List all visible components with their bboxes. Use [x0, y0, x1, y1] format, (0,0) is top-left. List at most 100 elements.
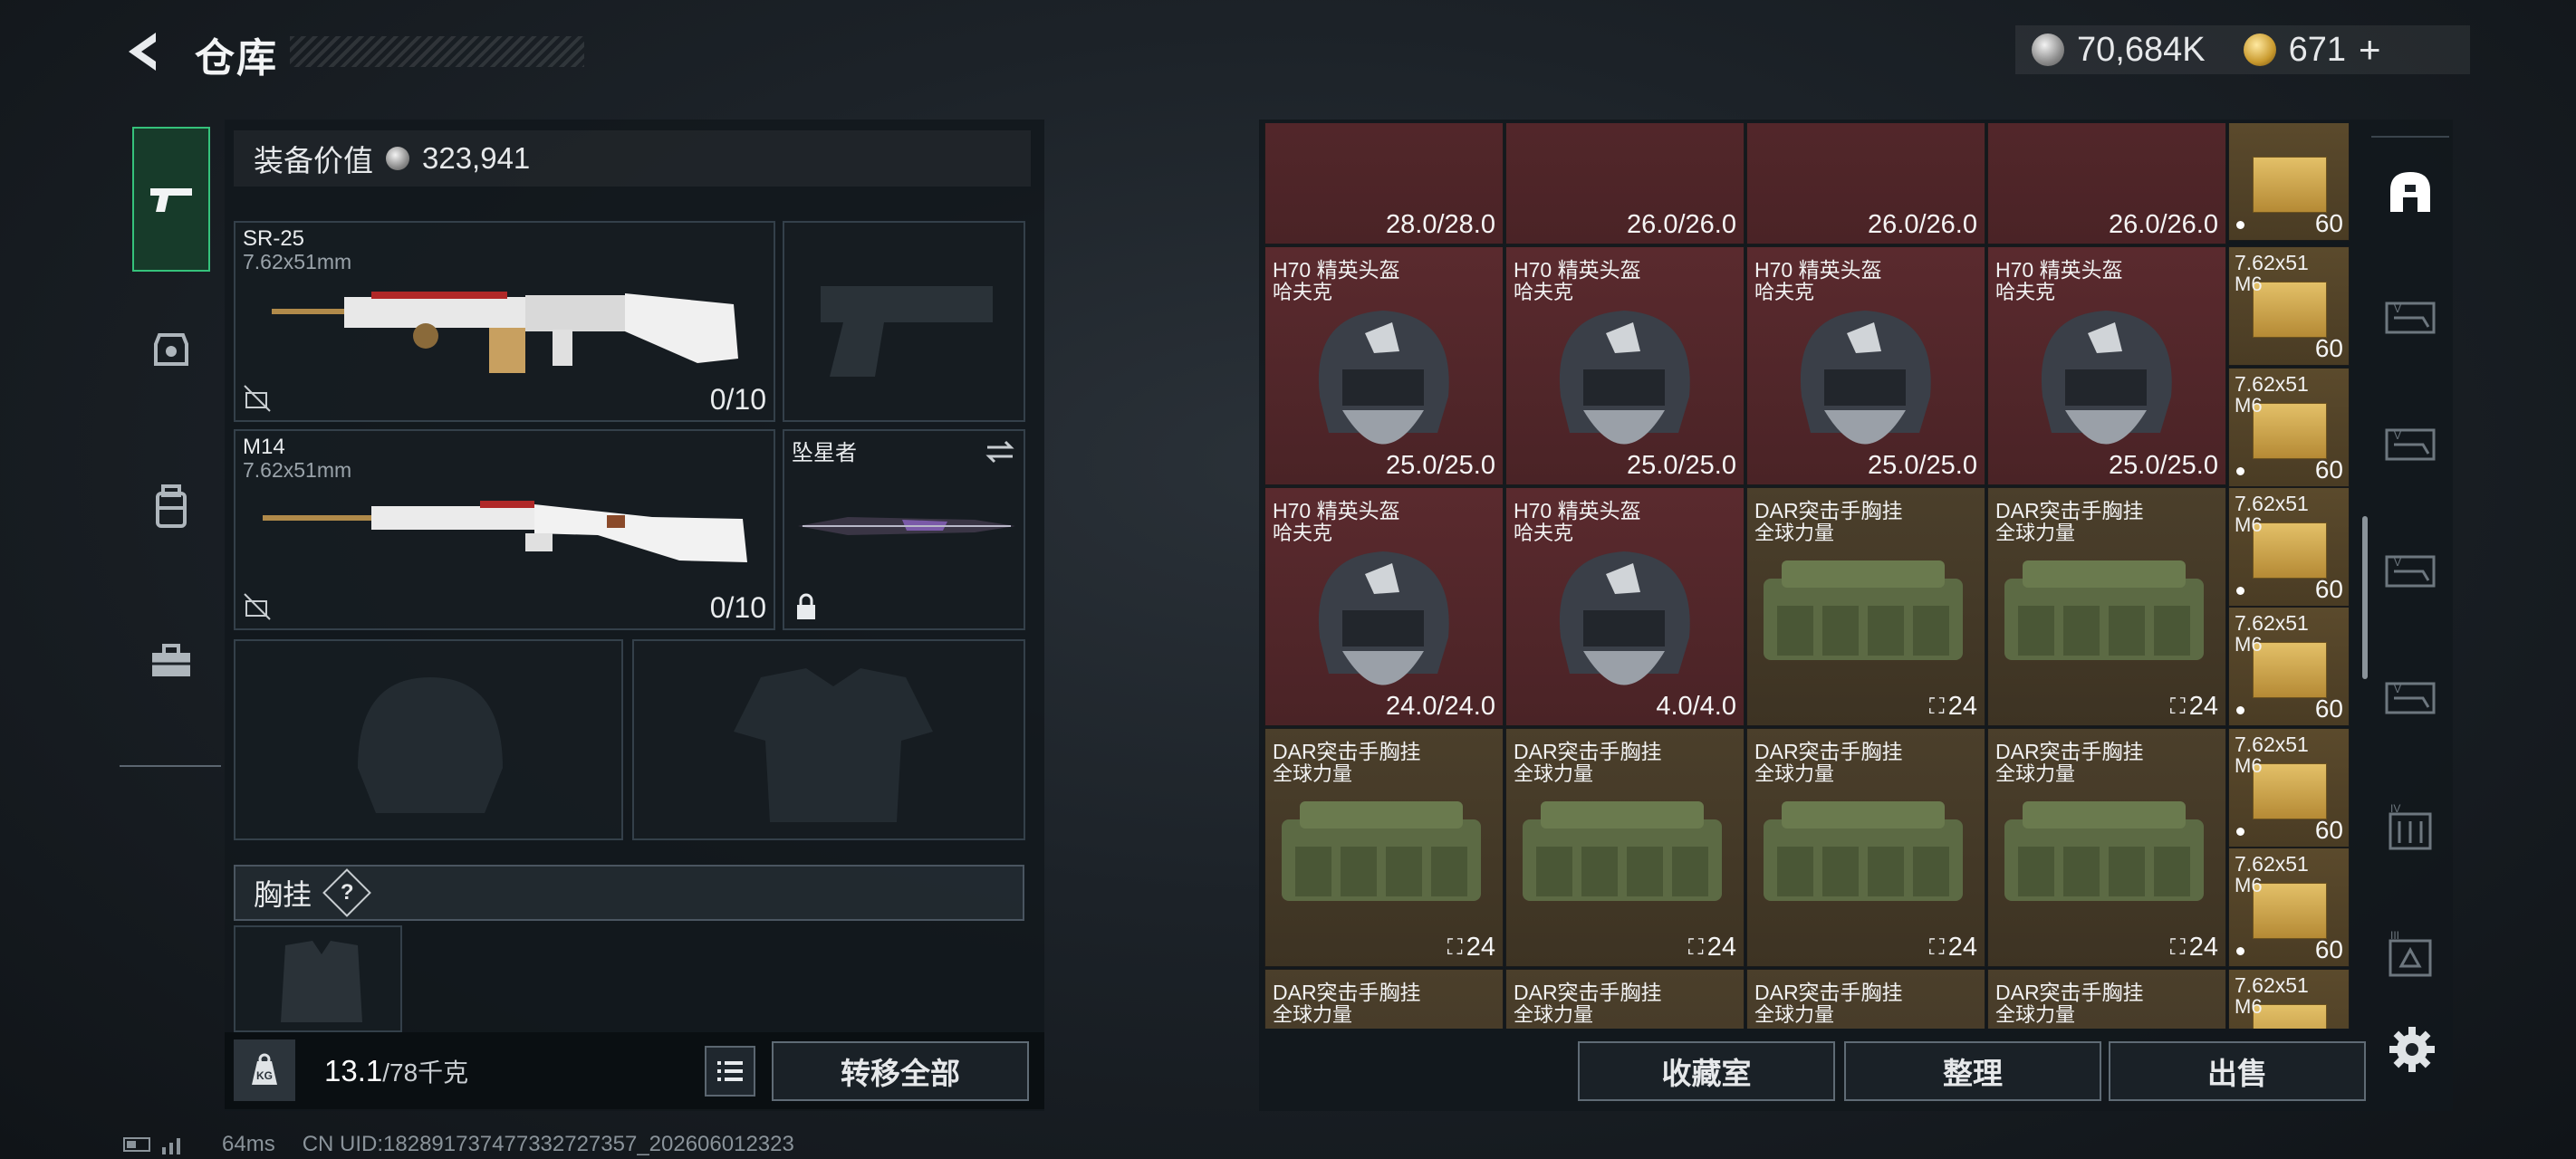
tab-backpack[interactable]	[132, 435, 210, 580]
stash-item[interactable]: 26.0/26.0	[1987, 123, 2226, 244]
weapon-category-icon: V	[2385, 428, 2436, 461]
transfer-all-button[interactable]: 转移全部	[772, 1041, 1029, 1101]
stash-item-rig[interactable]: DAR突击手胸挂 全球力量	[1264, 969, 1504, 1029]
lock-icon	[797, 593, 815, 619]
stash-item-ammo[interactable]: 7.62x51 M6 60	[2228, 368, 2350, 487]
weapon-ammo: 0/10	[709, 383, 766, 416]
stash-item[interactable]: 26.0/26.0	[1505, 123, 1745, 244]
stash-item-helmet[interactable]: H70 精英头盔 哈夫克 24.0/24.0	[1264, 487, 1504, 726]
uid-text: CN UID:1828917374773327273​57_2026060123…	[302, 1132, 794, 1156]
back-arrow-icon[interactable]	[120, 27, 165, 76]
help-icon[interactable]: ?	[322, 868, 371, 917]
svg-text:V: V	[2394, 556, 2401, 569]
tab-weapon-category[interactable]: V	[2371, 389, 2449, 498]
tab-weapon-category[interactable]: V	[2371, 516, 2449, 625]
stash-item-ammo[interactable]: 7.62x51 M6 60	[2228, 848, 2350, 967]
status-bar: 64ms CN UID:1828917374773327273​57_20260…	[122, 1132, 794, 1157]
item-capacity: ⛶ 24	[1928, 933, 1977, 962]
collection-room-button[interactable]: 收藏室	[1578, 1041, 1835, 1101]
chest-rig-image	[1764, 801, 1963, 901]
stash-item-rig[interactable]: DAR突击手胸挂 全球力量 ⛶ 24	[1746, 728, 1985, 967]
pistol-icon	[150, 188, 192, 212]
svg-text:V: V	[2394, 683, 2401, 695]
rig-capacity-icon: ⛶	[1928, 694, 1945, 719]
tab-helmet[interactable]	[132, 276, 210, 421]
sell-button[interactable]: 出售	[2109, 1041, 2366, 1101]
list-view-button[interactable]	[705, 1046, 755, 1097]
item-durability: 24.0/24.0	[1386, 692, 1495, 721]
swap-icon[interactable]	[984, 438, 1016, 465]
weapon-category-icon: V	[2385, 555, 2436, 588]
stash-item-ammo[interactable]: 7.62x51 M6 60	[2228, 246, 2350, 366]
briefcase-icon	[152, 644, 190, 676]
gold-add-button[interactable]: +	[2359, 28, 2381, 72]
item-capacity: ⛶ 24	[2169, 933, 2218, 962]
tab-weapon-category[interactable]: V	[2371, 643, 2449, 752]
rig-capacity-icon: ⛶	[1928, 934, 1945, 960]
organize-button[interactable]: 整理	[1844, 1041, 2101, 1101]
stash-item-rig[interactable]: DAR突击手胸挂 全球力量	[1987, 969, 2226, 1029]
stash-item-ammo[interactable]: 7.62x51 M6 60	[2228, 728, 2350, 848]
battery-signal-icon	[123, 1137, 180, 1154]
primary-weapon-slot[interactable]: SR-25 7.62x51mm 0/10	[234, 221, 775, 422]
loadout-value: 323,941	[422, 141, 531, 175]
gold-amount: 671	[2288, 30, 2346, 69]
chest-rig-header: 胸挂 ?	[234, 865, 1024, 921]
settings-gear-icon[interactable]	[2386, 1023, 2438, 1076]
tab-weapons[interactable]	[132, 127, 210, 272]
armor-slot-empty[interactable]	[632, 639, 1025, 840]
svg-text:IV: IV	[2390, 803, 2400, 815]
currency-bar: 70,684K 671 +	[2015, 25, 2470, 74]
chest-rig-image	[1523, 801, 1722, 901]
sidearm-slot-empty[interactable]	[783, 221, 1025, 422]
weapon-ammo: 0/10	[709, 591, 766, 624]
stash-item-rig[interactable]: DAR突击手胸挂 全球力量 ⛶ 24	[1746, 487, 1985, 726]
weight-icon: KG	[234, 1039, 295, 1101]
stash-item-ammo[interactable]: 60	[2228, 123, 2350, 241]
chest-rig-slot-empty[interactable]	[234, 925, 402, 1032]
silver-coin-icon	[386, 147, 409, 170]
tab-case[interactable]	[132, 589, 210, 733]
item-capacity: ⛶ 24	[1447, 933, 1495, 962]
chest-rig-image	[1764, 560, 1963, 660]
tab-all-items[interactable]	[2371, 136, 2449, 246]
gold-coin-icon	[2243, 34, 2276, 66]
stash-item[interactable]: 28.0/28.0	[1264, 123, 1504, 244]
stash-item-ammo[interactable]: 7.62x51 M6 60	[2228, 607, 2350, 726]
tab-weapon-category[interactable]: V	[2371, 263, 2449, 371]
tab-armor-category[interactable]: IV	[2371, 774, 2449, 883]
item-brand: 全球力量	[1754, 1003, 1835, 1026]
stash-scrollbar[interactable]	[2362, 516, 2368, 679]
stash-item-helmet[interactable]: H70 精英头盔 哈夫克 25.0/25.0	[1505, 246, 1745, 485]
weapon-name: M14	[243, 435, 285, 459]
stash-item-rig[interactable]: DAR突击手胸挂 全球力量	[1746, 969, 1985, 1029]
stash-item[interactable]: 26.0/26.0	[1746, 123, 1985, 244]
stash-item-rig[interactable]: DAR突击手胸挂 全球力量 ⛶ 24	[1987, 728, 2226, 967]
stash-item-rig[interactable]: DAR突击手胸挂 全球力量 ⛶ 24	[1987, 487, 2226, 726]
helmet-slot-empty[interactable]	[234, 639, 623, 840]
stash-item-helmet[interactable]: H70 精英头盔 哈夫克 25.0/25.0	[1746, 246, 1985, 485]
melee-slot[interactable]: 坠星者	[783, 429, 1025, 630]
stash-item-rig[interactable]: DAR突击手胸挂 全球力量	[1505, 969, 1745, 1029]
tab-armor-category[interactable]: III	[2371, 901, 2449, 1010]
item-durability: 4.0/4.0	[1656, 692, 1736, 721]
stash-item-ammo[interactable]: 7.62x51 M6 60	[2228, 487, 2350, 607]
carry-weight: 13.1/78千克	[324, 1053, 468, 1089]
stash-item-helmet[interactable]: H70 精英头盔 哈夫克 4.0/4.0	[1505, 487, 1745, 726]
stash-item-ammo[interactable]: 7.62x51 M6	[2228, 969, 2350, 1029]
item-durability: 25.0/25.0	[1386, 451, 1495, 480]
item-durability: 25.0/25.0	[2109, 451, 2218, 480]
armor-icon	[154, 333, 188, 366]
weapon-name: SR-25	[243, 226, 305, 251]
loadout-category-nav	[120, 122, 221, 767]
stash-home-icon	[2390, 172, 2430, 212]
item-brand: 全球力量	[1273, 1003, 1353, 1026]
armor-category-icon: III	[2389, 930, 2432, 977]
stash-item-helmet[interactable]: H70 精英头盔 哈夫克 25.0/25.0	[1264, 246, 1504, 485]
stash-item-rig[interactable]: DAR突击手胸挂 全球力量 ⛶ 24	[1264, 728, 1504, 967]
secondary-weapon-slot[interactable]: M14 7.62x51mm 0/10	[234, 429, 775, 630]
stash-item-rig[interactable]: DAR突击手胸挂 全球力量 ⛶ 24	[1505, 728, 1745, 967]
item-durability: 26.0/26.0	[1868, 210, 1977, 239]
rig-placeholder-icon	[281, 941, 362, 1022]
stash-item-helmet[interactable]: H70 精英头盔 哈夫克 25.0/25.0	[1987, 246, 2226, 485]
